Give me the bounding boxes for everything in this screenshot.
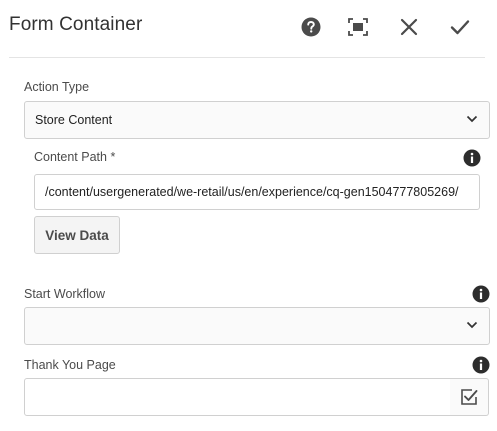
close-button[interactable] xyxy=(396,14,422,40)
header-divider xyxy=(9,57,485,58)
close-icon xyxy=(400,18,418,36)
view-data-button[interactable]: View Data xyxy=(34,216,120,254)
checkmark-icon xyxy=(450,20,470,35)
content-path-label: Content Path * xyxy=(34,150,116,164)
chevron-down-icon xyxy=(466,115,478,123)
info-icon[interactable] xyxy=(472,285,490,303)
fullscreen-icon xyxy=(348,18,368,36)
content-path-input[interactable] xyxy=(34,174,480,210)
action-type-select[interactable]: Store Content xyxy=(24,101,490,139)
info-icon[interactable] xyxy=(463,149,481,167)
fullscreen-button[interactable] xyxy=(345,14,371,40)
action-type-label: Action Type xyxy=(24,80,90,94)
thank-you-page-input[interactable] xyxy=(24,378,451,416)
thank-you-page-label: Thank You Page xyxy=(24,358,116,372)
action-type-value: Store Content xyxy=(35,113,113,127)
dialog-title: Form Container xyxy=(9,14,143,35)
start-workflow-label: Start Workflow xyxy=(24,287,106,301)
start-workflow-select[interactable] xyxy=(24,307,490,345)
help-button[interactable] xyxy=(298,14,324,40)
select-path-icon xyxy=(461,389,478,405)
done-button[interactable] xyxy=(447,14,473,40)
help-circle-icon xyxy=(301,17,321,37)
browse-path-button[interactable] xyxy=(450,378,489,416)
chevron-down-icon xyxy=(466,321,478,329)
dialog-header: Form Container xyxy=(0,0,497,57)
info-icon[interactable] xyxy=(472,356,490,374)
